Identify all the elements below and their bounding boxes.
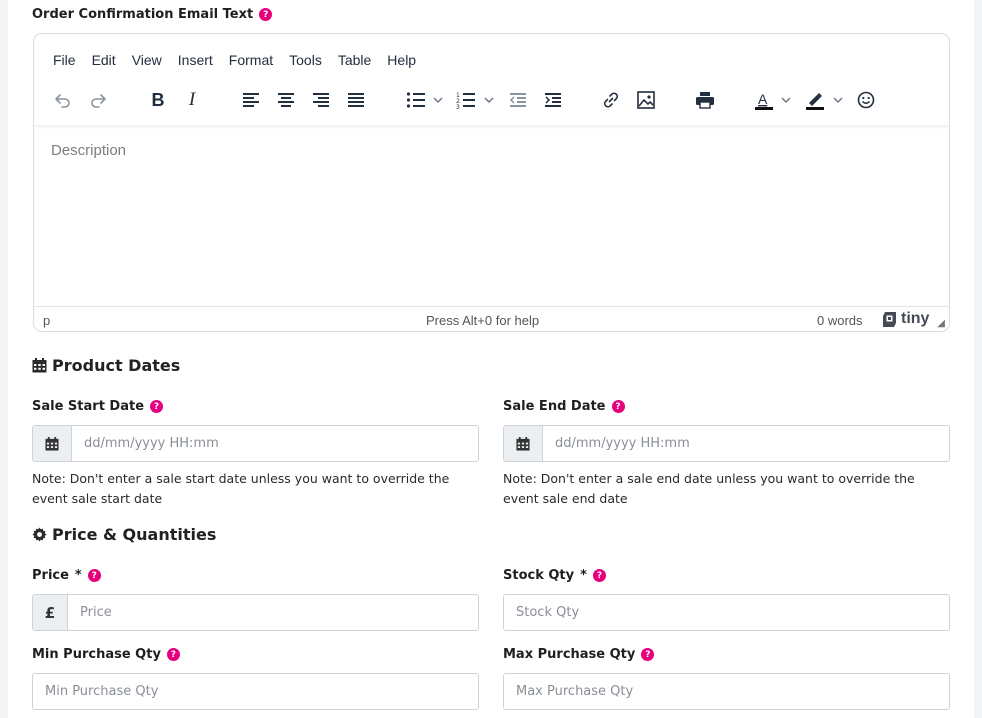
- print-icon[interactable]: [691, 86, 719, 114]
- max-qty-label: Max Purchase Qty ?: [503, 647, 655, 662]
- word-count[interactable]: 0 words: [817, 313, 863, 328]
- max-qty-label-text: Max Purchase Qty: [503, 647, 636, 662]
- link-icon[interactable]: [597, 86, 625, 114]
- menu-insert[interactable]: Insert: [170, 48, 221, 72]
- menu-tools[interactable]: Tools: [281, 48, 330, 72]
- stock-qty-field: [503, 594, 950, 631]
- menu-file[interactable]: File: [45, 48, 84, 72]
- stock-qty-label-text: Stock Qty: [503, 568, 575, 583]
- align-left-icon[interactable]: [237, 86, 265, 114]
- bullet-list-icon[interactable]: [402, 86, 430, 114]
- sale-end-note: Note: Don't enter a sale end date unless…: [503, 471, 915, 506]
- menu-view[interactable]: View: [124, 48, 170, 72]
- editor-menubar: File Edit View Insert Format Tools Table…: [34, 48, 424, 72]
- editor-toolbar: B I 1 2 3 A: [34, 86, 949, 114]
- chevron-down-icon[interactable]: [777, 86, 795, 114]
- rich-text-editor: File Edit View Insert Format Tools Table…: [33, 33, 950, 332]
- tiny-logo-icon: [883, 311, 896, 327]
- svg-text:3: 3: [456, 104, 460, 109]
- editor-content-placeholder[interactable]: Description: [51, 142, 126, 159]
- tiny-logo[interactable]: tiny: [881, 310, 929, 328]
- product-dates-heading: Product Dates: [32, 356, 180, 375]
- sale-end-label: Sale End Date ?: [503, 399, 625, 414]
- italic-icon[interactable]: I: [178, 86, 206, 114]
- min-qty-field: [32, 673, 479, 710]
- justify-icon[interactable]: [342, 86, 370, 114]
- emoticon-icon[interactable]: [852, 86, 880, 114]
- price-label-text: Price: [32, 568, 69, 583]
- max-qty-field: [503, 673, 950, 710]
- help-icon[interactable]: ?: [150, 400, 164, 413]
- text-color-icon[interactable]: A: [750, 86, 778, 114]
- help-icon[interactable]: ?: [87, 569, 101, 582]
- order-email-label: Order Confirmation Email Text ?: [32, 7, 273, 22]
- help-icon[interactable]: ?: [592, 569, 606, 582]
- min-qty-input[interactable]: [33, 674, 478, 709]
- sale-start-label-text: Sale Start Date: [32, 399, 145, 414]
- calendar-icon[interactable]: [33, 426, 72, 461]
- product-dates-title: Product Dates: [52, 356, 181, 375]
- menu-edit[interactable]: Edit: [84, 48, 124, 72]
- calendar-icon[interactable]: [504, 426, 543, 461]
- editor-statusbar: p Press Alt+0 for help 0 words tiny ◢: [34, 306, 949, 331]
- numbered-list-icon[interactable]: 123: [452, 86, 480, 114]
- menu-format[interactable]: Format: [221, 48, 281, 72]
- price-quantities-heading: Price & Quantities: [32, 525, 216, 544]
- sale-start-field: [32, 425, 479, 462]
- form-card: Order Confirmation Email Text ? File Edi…: [8, 0, 974, 718]
- menu-help[interactable]: Help: [379, 48, 424, 72]
- help-icon[interactable]: ?: [166, 648, 180, 661]
- chevron-down-icon[interactable]: [429, 86, 447, 114]
- required-marker: *: [74, 568, 82, 583]
- image-icon[interactable]: [632, 86, 660, 114]
- min-qty-label: Min Purchase Qty ?: [32, 647, 180, 662]
- help-icon[interactable]: ?: [641, 648, 655, 661]
- gear-icon: [32, 527, 47, 542]
- sale-end-input[interactable]: [543, 426, 949, 461]
- calendar-icon: [32, 358, 47, 373]
- sale-end-field: [503, 425, 950, 462]
- align-right-icon[interactable]: [307, 86, 335, 114]
- price-quantities-title: Price & Quantities: [52, 525, 217, 544]
- sale-start-note: Note: Don't enter a sale start date unle…: [32, 471, 450, 506]
- redo-icon[interactable]: [84, 86, 112, 114]
- order-email-label-text: Order Confirmation Email Text: [32, 7, 254, 22]
- toolbar-divider: [34, 122, 949, 125]
- outdent-icon[interactable]: [504, 86, 532, 114]
- chevron-down-icon[interactable]: [829, 86, 847, 114]
- undo-icon[interactable]: [49, 86, 77, 114]
- stock-qty-input[interactable]: [504, 595, 949, 630]
- sale-start-input[interactable]: [72, 426, 478, 461]
- chevron-down-icon[interactable]: [480, 86, 498, 114]
- resize-handle-icon[interactable]: ◢: [937, 318, 945, 329]
- help-icon[interactable]: ?: [611, 400, 625, 413]
- stock-qty-label: Stock Qty * ?: [503, 568, 606, 583]
- svg-text:A: A: [758, 91, 768, 107]
- tiny-logo-text: tiny: [901, 310, 930, 327]
- help-icon[interactable]: ?: [259, 8, 273, 21]
- min-qty-label-text: Min Purchase Qty: [32, 647, 161, 662]
- price-field: £: [32, 594, 479, 631]
- help-hint: Press Alt+0 for help: [426, 313, 540, 328]
- price-label: Price * ?: [32, 568, 101, 583]
- highlight-icon[interactable]: [801, 86, 829, 114]
- element-path[interactable]: p: [43, 313, 50, 328]
- align-center-icon[interactable]: [272, 86, 300, 114]
- currency-addon: £: [33, 595, 68, 630]
- indent-icon[interactable]: [539, 86, 567, 114]
- required-marker: *: [580, 568, 587, 583]
- price-input[interactable]: [68, 595, 478, 630]
- sale-start-label: Sale Start Date ?: [32, 399, 164, 414]
- bold-icon[interactable]: B: [144, 86, 172, 114]
- sale-end-label-text: Sale End Date: [503, 399, 606, 414]
- max-qty-input[interactable]: [504, 674, 949, 709]
- menu-table[interactable]: Table: [330, 48, 379, 72]
